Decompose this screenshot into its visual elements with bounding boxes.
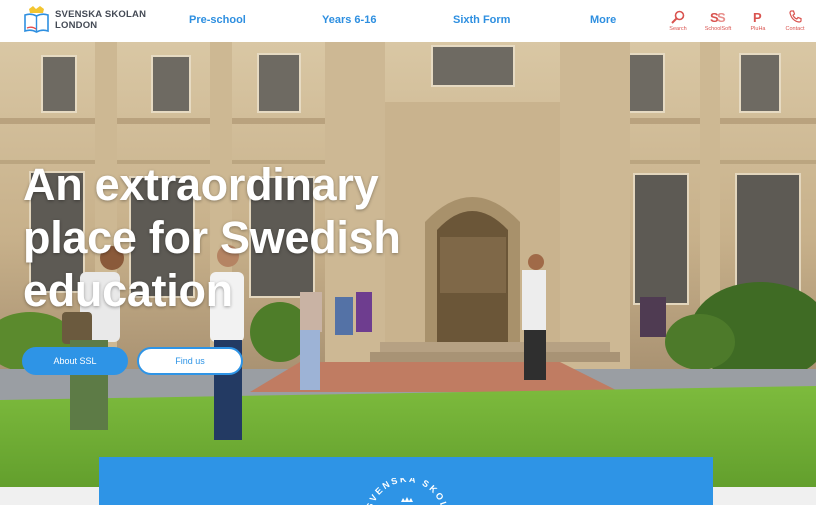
svg-text:S: S [717,10,726,24]
hero-headline-line-2: place for Swedish [23,212,401,263]
hero-section: An extraordinary place for Swedish educa… [0,42,816,505]
nav-more[interactable]: More [590,14,616,26]
find-us-button[interactable]: Find us [137,347,243,375]
search-icon [671,10,685,24]
site-logo[interactable]: SVENSKA SKOLAN LONDON [24,6,146,33]
crown-icon [401,497,413,502]
utility-contact[interactable]: Contact [775,8,815,32]
utility-search[interactable]: Search [658,8,698,32]
hero-headline: An extraordinary place for Swedish educa… [23,158,503,317]
logo-text: SVENSKA SKOLAN LONDON [55,9,146,31]
hero-headline-line-3: education [23,265,233,316]
hero-headline-line-1: An extraordinary [23,159,379,210]
school-seal-emblem: SVENSKA SKOL [364,478,448,505]
logo-line-1: SVENSKA SKOLAN [55,8,147,20]
utility-pluha-label: PluHa [750,26,766,32]
nav-preschool[interactable]: Pre-school [189,14,246,26]
site-header: SVENSKA SKOLAN LONDON Pre-school Years 6… [0,0,816,42]
book-logo-icon [24,6,49,33]
svg-text:P: P [753,10,762,24]
nav-sixth-form[interactable]: Sixth Form [453,14,510,26]
logo-line-2: LONDON [55,19,98,31]
schoolsoft-icon: S S [710,10,726,24]
utility-schoolsoft[interactable]: S S SchoolSoft [698,8,738,33]
utility-search-label: Search [669,26,687,32]
utility-pluha[interactable]: P PluHa [738,8,778,33]
utility-contact-label: Contact [785,26,805,32]
pluha-icon: P [753,10,762,24]
nav-years-6-16[interactable]: Years 6-16 [322,14,376,26]
about-ssl-button[interactable]: About SSL [22,347,128,375]
utility-schoolsoft-label: SchoolSoft [704,26,732,32]
phone-icon [788,10,802,23]
